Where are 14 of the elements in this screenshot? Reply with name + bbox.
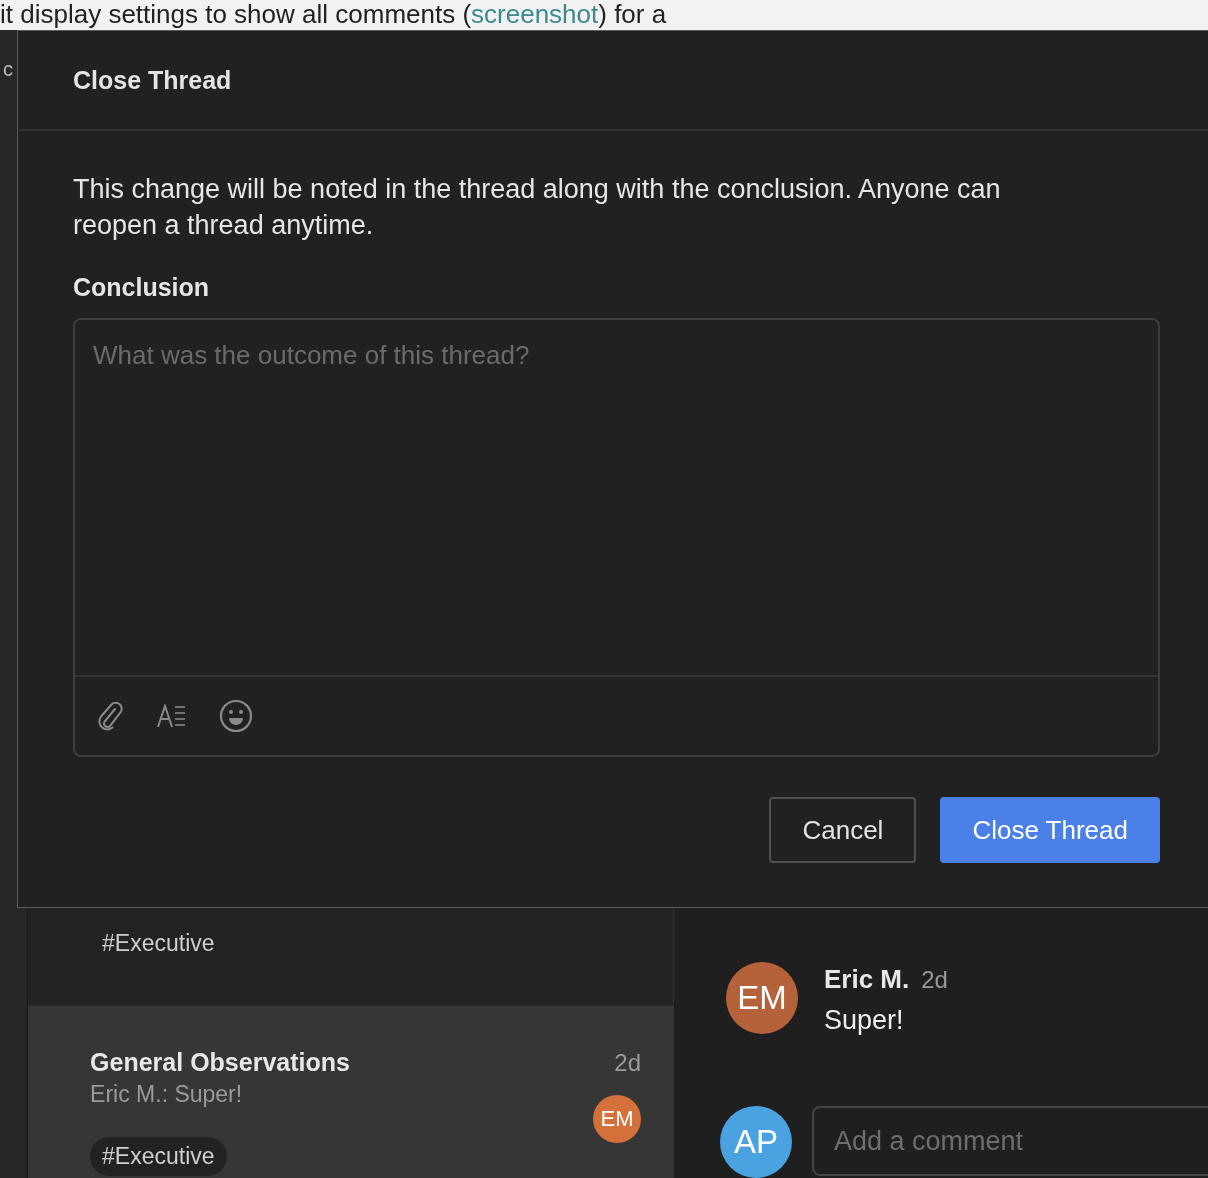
comment-time: 2d: [921, 966, 948, 994]
field-label: Conclusion: [73, 273, 211, 302]
sidebar-label: c: [3, 58, 13, 81]
dialog-title: Close Thread: [73, 65, 232, 95]
avatar: EM: [726, 962, 798, 1034]
thread-time: 2d: [614, 1049, 641, 1077]
thread-title: General Observations: [90, 1048, 350, 1077]
thread-preview: Eric M.: Super!: [90, 1081, 243, 1108]
page-sentence: it display settings to show all comments (screenshot) for a: [0, 0, 667, 28]
dialog-message: This change will be noted in the thread along with the conclusion. Anyone can reopen a thread anytime.: [73, 173, 1002, 242]
avatar: AP: [720, 1106, 792, 1178]
avatar: EM: [593, 1095, 641, 1143]
comment-author: Eric M.: [824, 964, 910, 995]
comment-text: Super!: [824, 1005, 905, 1036]
